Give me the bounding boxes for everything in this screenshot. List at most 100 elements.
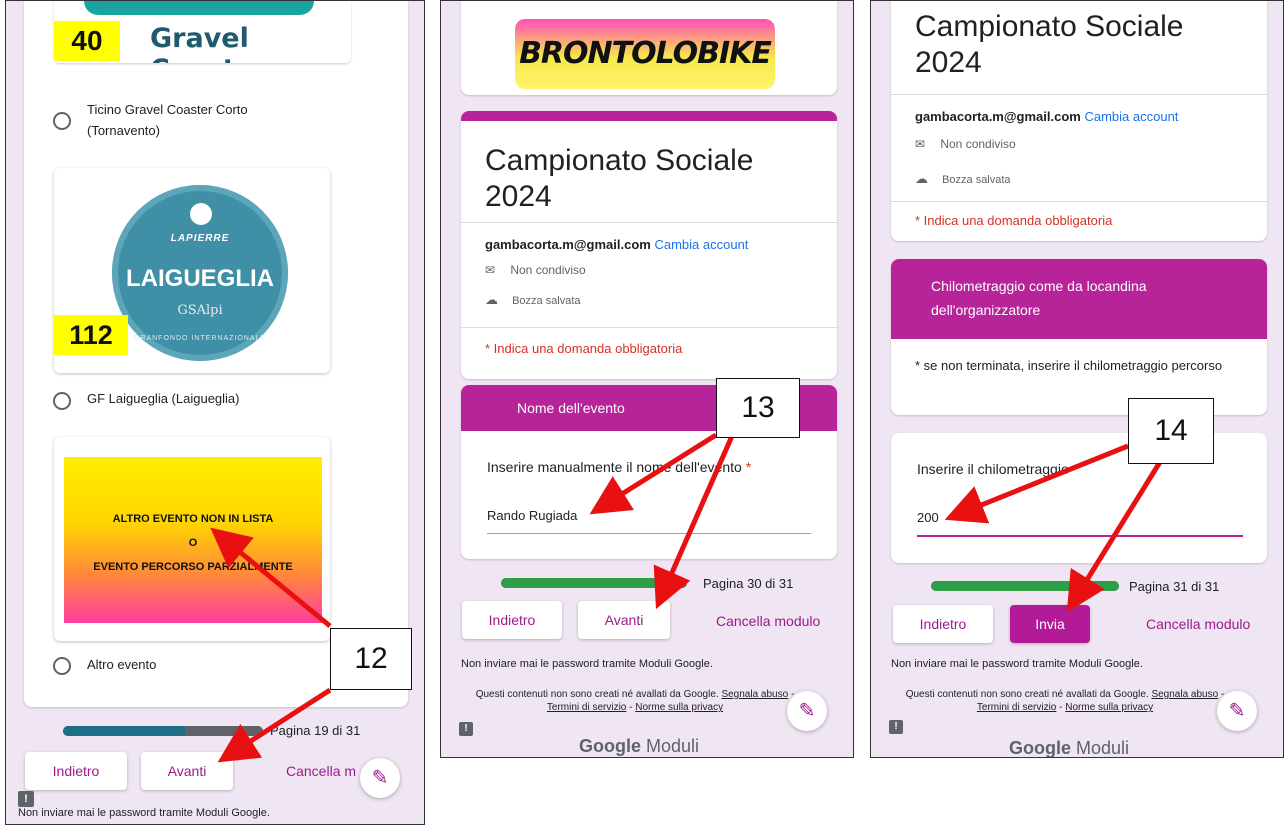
change-account-link[interactable]: Cambia account <box>1084 109 1178 124</box>
legal-disclaimer: Questi contenuti non sono creati né aval… <box>905 689 1149 700</box>
back-button[interactable]: Indietro <box>25 752 127 790</box>
progress-fill <box>63 726 185 736</box>
brontolobike-logo: BRONTOLOBIKE <box>515 19 775 89</box>
legal-text: Questi contenuti non sono creati né aval… <box>475 689 795 713</box>
question-text: Inserire manualmente il nome dell'evento <box>487 459 742 475</box>
altro-line-1: ALTRO EVENTO NON IN LISTA <box>112 513 274 525</box>
mail-shared-icon: ✉ <box>915 137 926 151</box>
required-note: * Indica una domanda obbligatoria <box>915 213 1113 228</box>
not-shared-label: Non condiviso <box>510 263 586 277</box>
submit-button[interactable]: Invia <box>1010 605 1090 643</box>
not-shared-label: Non condiviso <box>940 137 1016 151</box>
report-abuse-link[interactable]: Segnala abuso <box>721 689 788 700</box>
altro-line-2: O <box>188 537 198 549</box>
clear-form-link[interactable]: Cancella modulo <box>716 613 820 629</box>
gravel-banner-graphic <box>84 1 314 15</box>
draft-saved-label: Bozza salvata <box>512 295 581 307</box>
terms-link[interactable]: Termini di servizio <box>547 702 626 713</box>
disclaimer-text: Non inviare mai le password tramite Modu… <box>18 807 270 819</box>
section-title: Chilometraggio come da locandina dell'or… <box>931 278 1147 318</box>
section-header: Chilometraggio come da locandina dell'or… <box>891 259 1267 339</box>
badge-sponsor: GSAlpi <box>177 303 223 318</box>
altro-banner: ALTRO EVENTO NON IN LISTA O EVENTO PERCO… <box>64 457 322 623</box>
step-callout-12: 12 <box>330 628 412 690</box>
change-account-link[interactable]: Cambia account <box>654 237 748 252</box>
pencil-icon: ✎ <box>371 767 389 789</box>
required-asterisk: * <box>745 459 752 475</box>
clear-form-link[interactable]: Cancella m <box>286 763 356 779</box>
pencil-icon: ✎ <box>798 700 816 722</box>
report-icon[interactable]: ! <box>459 722 473 736</box>
input-value: 200 <box>917 510 939 525</box>
lapierre-logo-icon <box>190 203 212 225</box>
badge-ring-text: GRANFONDO INTERNAZIONALE <box>133 335 267 342</box>
event-image-altro: ALTRO EVENTO NON IN LISTA O EVENTO PERCO… <box>54 437 330 641</box>
divider <box>891 94 1267 95</box>
edit-fab[interactable]: ✎ <box>787 691 827 731</box>
divider <box>891 201 1267 202</box>
progress-bar <box>501 578 687 588</box>
event-name-input[interactable]: Rando Rugiada <box>487 507 811 534</box>
terms-link[interactable]: Termini di servizio <box>977 702 1056 713</box>
draft-saved-label: Bozza salvata <box>942 174 1011 186</box>
progress-bar <box>63 726 263 736</box>
screenshot-page-19: Gravel Coaster 40 Ticino Gravel Coaster … <box>5 0 425 825</box>
edit-fab[interactable]: ✎ <box>360 758 400 798</box>
progress-text: Pagina 19 di 31 <box>270 723 361 738</box>
clear-form-link[interactable]: Cancella modulo <box>1146 616 1250 632</box>
cloud-check-icon: ☁ <box>915 171 928 186</box>
question-text: Inserire il chilometraggio <box>917 461 1069 477</box>
mail-shared-icon: ✉ <box>485 263 496 277</box>
legal-disclaimer: Questi contenuti non sono creati né aval… <box>475 689 719 700</box>
disclaimer-text: Non inviare mai le password tramite Modu… <box>891 658 1143 670</box>
option-label-ticino: Ticino Gravel Coaster Corto (Tornavento) <box>87 102 248 138</box>
required-note: * Indica una domanda obbligatoria <box>485 341 683 356</box>
event-image-laigueglia: LAPIERRE LAIGUEGLIA GSAlpi GRANFONDO INT… <box>54 168 330 373</box>
next-button[interactable]: Avanti <box>578 601 670 639</box>
form-title: Campionato Sociale 2024 <box>915 10 1184 79</box>
section-card: Chilometraggio come da locandina dell'or… <box>891 259 1267 415</box>
form-header-card: Campionato Sociale 2024 gambacorta.m@gma… <box>461 111 837 379</box>
account-row: gambacorta.m@gmail.com Cambia account <box>485 237 748 252</box>
badge-brand: LAPIERRE <box>170 233 230 244</box>
edit-fab[interactable]: ✎ <box>1217 691 1257 731</box>
laigueglia-badge: LAPIERRE LAIGUEGLIA GSAlpi GRANFONDO INT… <box>112 185 288 361</box>
disclaimer-text: Non inviare mai le password tramite Modu… <box>461 658 713 670</box>
logo-card: BRONTOLOBIKE <box>461 1 837 95</box>
divider <box>461 327 837 328</box>
google-forms-wordmark: Google Moduli <box>1009 738 1129 758</box>
radio-option-altro[interactable] <box>53 657 71 675</box>
back-button[interactable]: Indietro <box>462 601 562 639</box>
altro-line-3: EVENTO PERCORSO PARZIALMENTE <box>93 561 293 573</box>
report-icon[interactable]: ! <box>889 720 903 734</box>
wordmark-google: Google <box>579 736 641 756</box>
cloud-check-icon: ☁ <box>485 292 498 307</box>
privacy-link[interactable]: Norme sulla privacy <box>635 702 723 713</box>
progress-bar <box>931 581 1119 591</box>
report-abuse-link[interactable]: Segnala abuso <box>1151 689 1218 700</box>
wordmark-moduli: Moduli <box>646 736 700 756</box>
badge-place: LAIGUEGLIA <box>126 265 274 292</box>
google-forms-wordmark: Google Moduli <box>579 736 699 757</box>
progress-fill <box>931 581 1119 591</box>
question-label: Inserire manualmente il nome dell'evento… <box>487 459 751 475</box>
draft-row: ☁ Bozza salvata <box>485 292 581 308</box>
report-icon[interactable]: ! <box>18 791 34 807</box>
section-title: Nome dell'evento <box>517 400 625 416</box>
step-callout-14: 14 <box>1128 398 1214 464</box>
screenshot-page-31: Campionato Sociale 2024 gambacorta.m@gma… <box>870 0 1284 758</box>
progress-fill <box>501 578 682 588</box>
privacy-link[interactable]: Norme sulla privacy <box>1065 702 1153 713</box>
option-label-laigueglia: GF Laigueglia (Laigueglia) <box>87 391 240 406</box>
back-button[interactable]: Indietro <box>893 605 993 643</box>
event-number-tag: 40 <box>54 21 120 61</box>
form-header-card: Campionato Sociale 2024 gambacorta.m@gma… <box>891 1 1267 241</box>
km-input[interactable]: 200 <box>917 509 1243 537</box>
wordmark-google: Google <box>1009 738 1071 758</box>
next-button[interactable]: Avanti <box>141 752 233 790</box>
event-number-tag: 112 <box>54 315 128 355</box>
radio-option-ticino[interactable] <box>53 112 71 130</box>
account-email: gambacorta.m@gmail.com <box>485 237 651 252</box>
radio-option-laigueglia[interactable] <box>53 392 71 410</box>
not-shared-row: ✉ Non condiviso <box>915 137 1016 151</box>
